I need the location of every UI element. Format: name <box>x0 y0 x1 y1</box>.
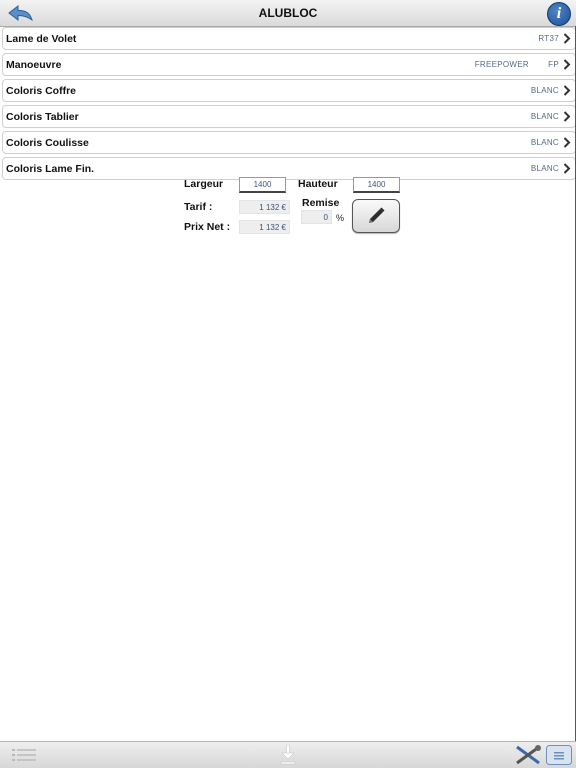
remise-label: Remise <box>302 197 340 209</box>
list-icon[interactable] <box>12 746 36 764</box>
prix-net-label: Prix Net : <box>184 221 231 233</box>
hauteur-label: Hauteur <box>298 178 338 190</box>
bottom-toolbar <box>0 741 576 768</box>
tarif-value: 1 132 € <box>239 200 290 214</box>
keyboard-icon[interactable] <box>546 745 572 765</box>
tarif-label: Tarif : <box>184 201 213 213</box>
largeur-input[interactable]: 1400 <box>239 177 286 193</box>
remise-unit: % <box>336 213 345 223</box>
remise-input[interactable]: 0 <box>301 210 332 224</box>
download-icon[interactable] <box>280 745 296 765</box>
edit-button[interactable] <box>352 199 400 233</box>
largeur-label: Largeur <box>184 178 224 190</box>
pencil-icon <box>369 207 385 223</box>
prix-net-value: 1 132 € <box>239 220 290 234</box>
hauteur-input[interactable]: 1400 <box>353 177 400 193</box>
tools-icon[interactable] <box>514 745 542 765</box>
dimensions-price-form: Largeur 1400 Hauteur 1400 Tarif : 1 132 … <box>0 0 576 250</box>
